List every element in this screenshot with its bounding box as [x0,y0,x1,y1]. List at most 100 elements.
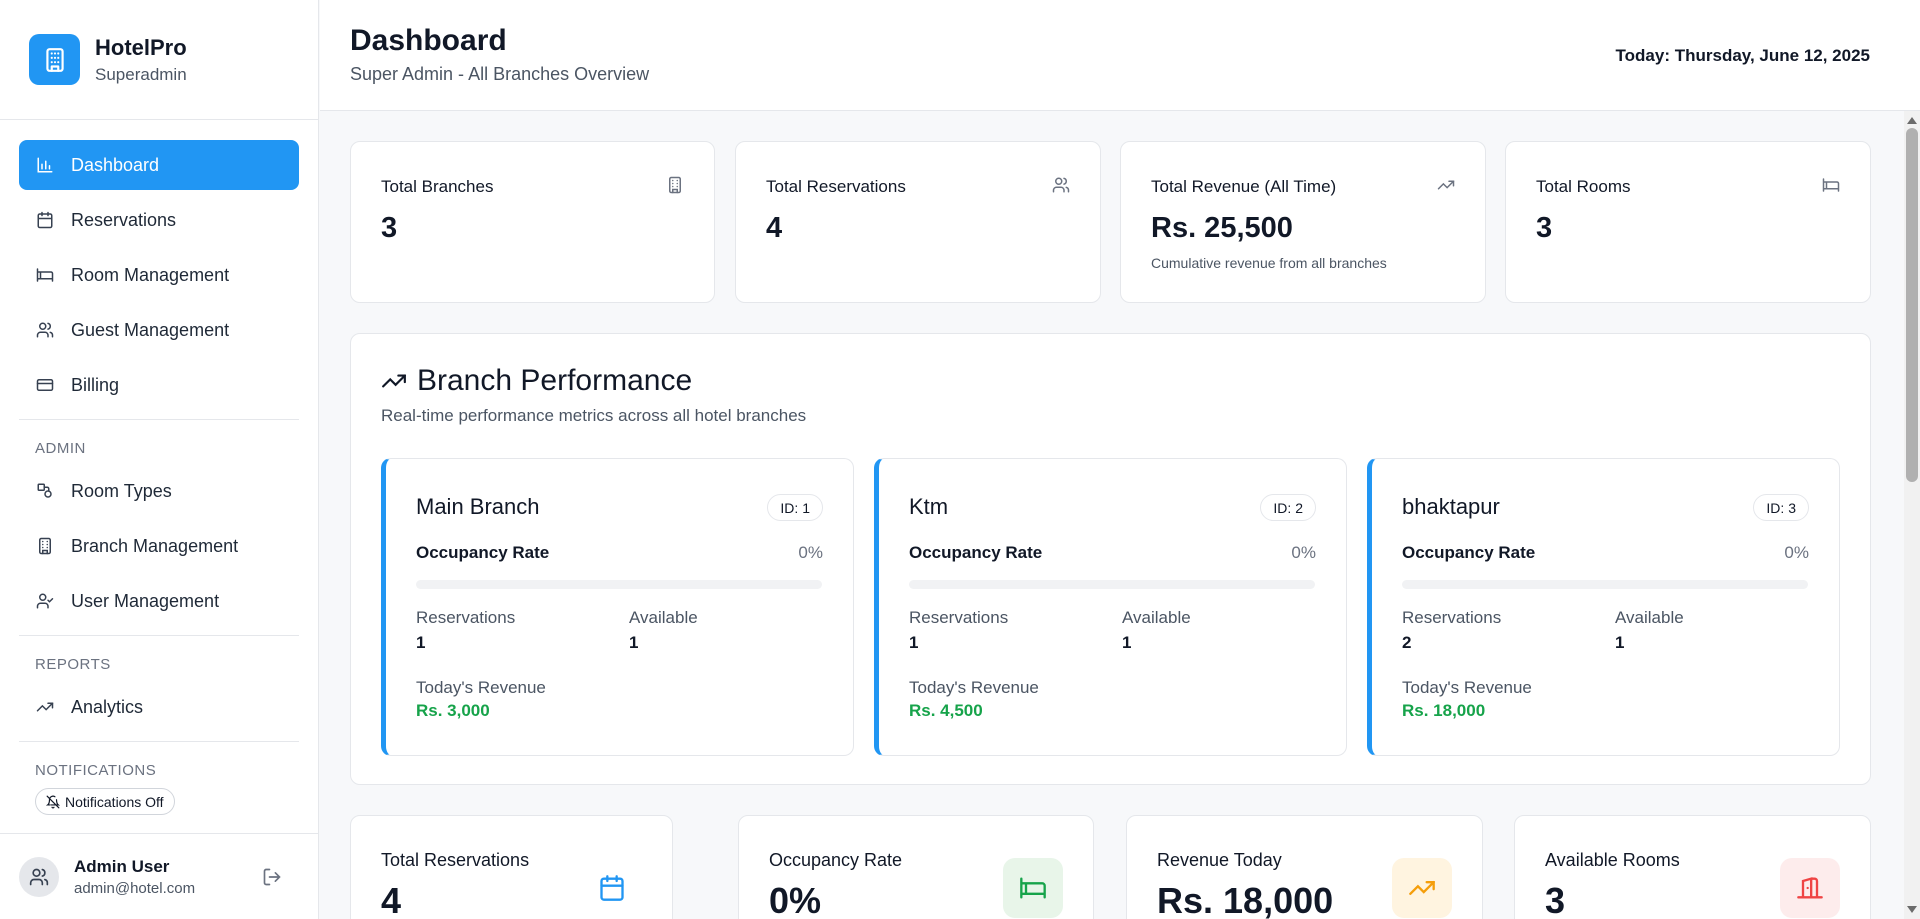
brand: HotelPro Superadmin [0,0,318,120]
available-label: Available [1122,608,1191,627]
user-profile: Admin User admin@hotel.com [0,833,319,919]
sidebar-item-branch-management[interactable]: Branch Management [19,521,299,571]
bar-chart-icon [35,155,55,175]
stat-title: Total Revenue (All Time) [1151,177,1337,196]
branch-name: bhaktapur [1402,494,1500,519]
available-value: 1 [1122,633,1132,652]
stat-card-total-revenue: Total Revenue (All Time) Rs. 25,500 Cumu… [1120,141,1486,303]
branch-id-badge: ID: 1 [767,494,823,521]
branch-card-ktm: Ktm ID: 2 Occupancy Rate 0% Reservations… [874,458,1347,756]
bed-icon [1822,176,1840,194]
summary-title: Revenue Today [1157,850,1282,870]
revenue-value: Rs. 4,500 [909,701,983,720]
divider [19,741,299,742]
trending-up-icon [381,368,407,394]
bed-icon [1003,858,1063,918]
notifications-toggle[interactable]: Notifications Off [35,788,175,815]
sidebar-item-reservations[interactable]: Reservations [19,195,299,245]
sidebar-item-room-types[interactable]: Room Types [19,466,299,516]
sidebar-item-label: Room Types [71,480,172,501]
section-label-admin: ADMIN [35,439,86,457]
sidebar-item-label: Branch Management [71,535,239,556]
trending-up-icon [1437,176,1455,194]
building-icon [35,536,55,556]
occupancy-label: Occupancy Rate [909,543,1043,562]
divider [19,419,299,420]
sidebar-item-dashboard[interactable]: Dashboard [19,140,299,190]
scroll-up-arrow[interactable] [1907,117,1917,124]
trending-up-icon [1392,858,1452,918]
reservations-label: Reservations [1402,608,1502,627]
occupancy-value: 0% [1784,543,1809,562]
user-name: Admin User [74,856,170,876]
occupancy-progress-bar [416,580,822,589]
sidebar-item-analytics[interactable]: Analytics [19,682,299,732]
sidebar-item-label: Guest Management [71,319,230,340]
sidebar: HotelPro Superadmin Dashboard Reservatio… [0,0,319,919]
page-subtitle: Super Admin - All Branches Overview [350,64,650,84]
stat-title: Total Reservations [766,177,906,196]
building-icon [666,176,684,194]
sidebar-item-room-management[interactable]: Room Management [19,250,299,300]
reservations-value: 2 [1402,633,1412,652]
branch-performance-card: Branch Performance Real-time performance… [350,333,1871,785]
today-date: Today: Thursday, June 12, 2025 [1615,46,1870,65]
occupancy-label: Occupancy Rate [416,543,550,562]
available-label: Available [629,608,698,627]
stat-value: 3 [1536,212,1553,244]
shapes-icon [35,481,55,501]
stat-value: 3 [381,212,398,244]
divider [19,635,299,636]
revenue-value: Rs. 3,000 [416,701,490,720]
calendar-icon [582,858,642,918]
revenue-value: Rs. 18,000 [1402,701,1486,720]
sidebar-item-user-management[interactable]: User Management [19,576,299,626]
logout-icon[interactable] [262,867,282,887]
occupancy-value: 0% [1291,543,1316,562]
summary-value: 4 [381,880,402,919]
notifications-toggle-label: Notifications Off [65,793,164,810]
users-icon [1052,176,1070,194]
reservations-label: Reservations [416,608,516,627]
sidebar-item-label: User Management [71,590,220,611]
stat-title: Total Branches [381,177,494,196]
branch-card-main: Main Branch ID: 1 Occupancy Rate 0% Rese… [381,458,854,756]
sidebar-item-label: Room Management [71,264,230,285]
reservations-value: 1 [909,633,919,652]
users-icon [35,320,55,340]
summary-card-available-rooms: Available Rooms 3 [1514,815,1871,919]
scroll-down-arrow[interactable] [1907,906,1917,913]
stat-card-total-reservations: Total Reservations 4 [735,141,1101,303]
sidebar-item-label: Analytics [71,696,144,717]
available-label: Available [1615,608,1684,627]
page-title: Dashboard [350,24,507,57]
calendar-icon [35,210,55,230]
revenue-label: Today's Revenue [1402,678,1532,697]
scroll-thumb[interactable] [1906,128,1918,482]
section-label-notifications: NOTIFICATIONS [35,761,157,779]
summary-title: Occupancy Rate [769,850,903,870]
occupancy-progress-bar [909,580,1315,589]
branch-name: Ktm [909,494,949,519]
sidebar-item-billing[interactable]: Billing [19,360,299,410]
summary-title: Total Reservations [381,850,530,870]
section-label-reports: REPORTS [35,655,111,673]
stat-value: 4 [766,212,783,244]
stat-note: Cumulative revenue from all branches [1151,255,1387,271]
occupancy-label: Occupancy Rate [1402,543,1536,562]
available-value: 1 [1615,633,1625,652]
brand-name: HotelPro [95,34,187,60]
stat-title: Total Rooms [1536,177,1631,196]
sidebar-item-label: Billing [71,374,120,395]
revenue-label: Today's Revenue [909,678,1039,697]
section-subtitle: Real-time performance metrics across all… [381,406,807,425]
scrollbar[interactable] [1904,111,1920,919]
branch-id-badge: ID: 2 [1260,494,1316,521]
stat-card-total-branches: Total Branches 3 [350,141,715,303]
branch-name: Main Branch [416,494,540,519]
sidebar-item-guest-management[interactable]: Guest Management [19,305,299,355]
occupancy-value: 0% [798,543,823,562]
user-check-icon [35,591,55,611]
summary-value: 3 [1545,880,1566,919]
summary-card-occupancy-rate: Occupancy Rate 0% [738,815,1094,919]
